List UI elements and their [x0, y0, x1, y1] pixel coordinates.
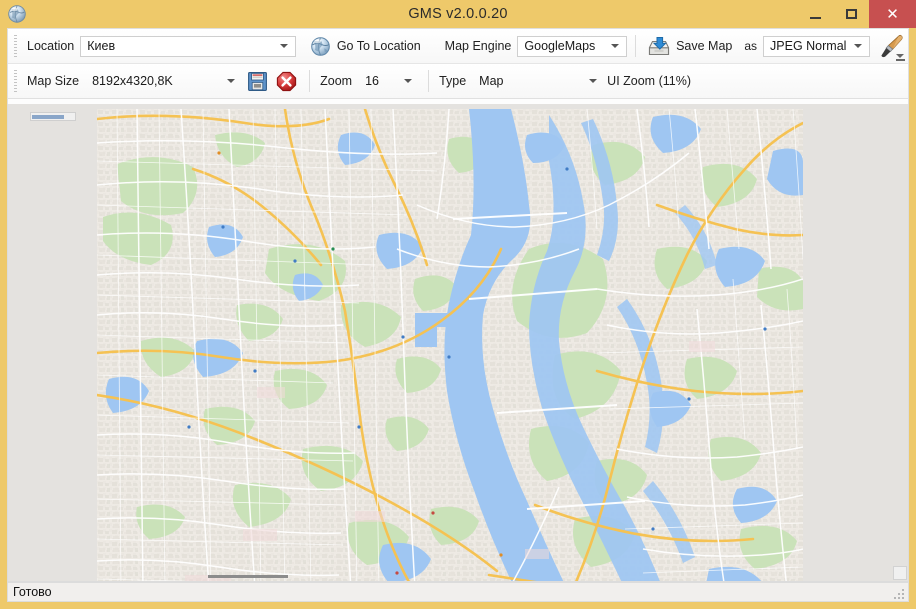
window-controls: ✕ [797, 0, 916, 28]
toolbar-grip-icon[interactable] [14, 35, 17, 57]
toolbar-container: Location Киев Go To Location Map Engine … [7, 28, 909, 104]
resize-grip-icon[interactable] [893, 587, 905, 599]
location-label: Location [27, 39, 75, 53]
go-to-location-label: Go To Location [336, 39, 421, 53]
location-combobox[interactable]: Киев [80, 35, 296, 57]
chevron-down-icon[interactable] [589, 79, 598, 83]
application-window: GMS v2.0.0.20 ✕ Location Киев Go To Loca… [0, 0, 916, 609]
chevron-down-icon[interactable] [854, 44, 862, 48]
map-client-area [7, 104, 909, 582]
save-download-icon [648, 36, 670, 57]
maximize-button[interactable] [833, 0, 869, 28]
save-map-label: Save Map [676, 39, 733, 53]
toolbar-overflow-icon[interactable] [894, 47, 906, 61]
toolbar-separator [309, 70, 311, 92]
maximize-icon [845, 9, 857, 19]
zoom-value: 16 [365, 74, 379, 88]
type-label: Type [439, 74, 467, 88]
cancel-stop-icon [276, 71, 297, 92]
cancel-button[interactable] [272, 68, 301, 95]
map-size-value: 8192x4320,8K [92, 74, 173, 88]
map-bottom-scroll-track[interactable] [208, 575, 288, 578]
chevron-down-icon[interactable] [404, 79, 413, 83]
chevron-down-icon[interactable] [227, 79, 236, 83]
close-icon: ✕ [886, 6, 899, 23]
save-map-button[interactable]: Save Map [644, 33, 742, 60]
toolbar-row-secondary: Map Size 8192x4320,8K Zoom 16 Type Map U… [8, 64, 908, 99]
resize-corner[interactable] [893, 566, 907, 580]
map-viewport[interactable] [97, 109, 803, 582]
zoom-combobox[interactable]: 16 [358, 71, 420, 92]
toolbar-separator [635, 35, 637, 57]
map-type-combobox[interactable]: Map [472, 71, 605, 92]
close-button[interactable]: ✕ [869, 0, 916, 28]
minimize-icon [809, 16, 821, 19]
map-engine-label: Map Engine [444, 39, 512, 53]
save-format-value: JPEG Normal [770, 39, 847, 53]
toolbar-row-primary: Location Киев Go To Location Map Engine … [8, 29, 908, 64]
title-bar[interactable]: GMS v2.0.0.20 ✕ [0, 0, 916, 28]
ui-zoom-label: UI Zoom (11%) [607, 74, 691, 88]
save-preset-button[interactable] [243, 68, 272, 95]
location-value: Киев [87, 39, 116, 53]
map-type-value: Map [479, 74, 504, 88]
floppy-disk-icon [247, 71, 268, 92]
map-horizontal-scrollbar[interactable] [30, 112, 76, 121]
minimize-button[interactable] [797, 0, 833, 28]
map-engine-combobox[interactable]: GoogleMaps [517, 35, 628, 57]
status-bar: Готово [7, 582, 909, 602]
save-format-combobox[interactable]: JPEG Normal [763, 35, 870, 57]
map-size-label: Map Size [27, 74, 80, 88]
toolbar-grip-icon[interactable] [14, 70, 17, 92]
chevron-down-icon[interactable] [279, 44, 288, 48]
as-label: as [744, 39, 758, 53]
chevron-down-icon[interactable] [611, 44, 620, 48]
map-engine-value: GoogleMaps [524, 39, 596, 53]
map-preview[interactable] [97, 109, 803, 582]
go-to-location-button[interactable]: Go To Location [306, 33, 431, 60]
toolbar-separator [428, 70, 430, 92]
zoom-label: Zoom [320, 74, 353, 88]
status-text: Готово [13, 585, 52, 599]
map-size-combobox[interactable]: 8192x4320,8K [85, 71, 243, 92]
window-title: GMS v2.0.0.20 [408, 6, 508, 22]
scrollbar-thumb[interactable] [32, 115, 64, 119]
globe-icon [310, 36, 331, 57]
